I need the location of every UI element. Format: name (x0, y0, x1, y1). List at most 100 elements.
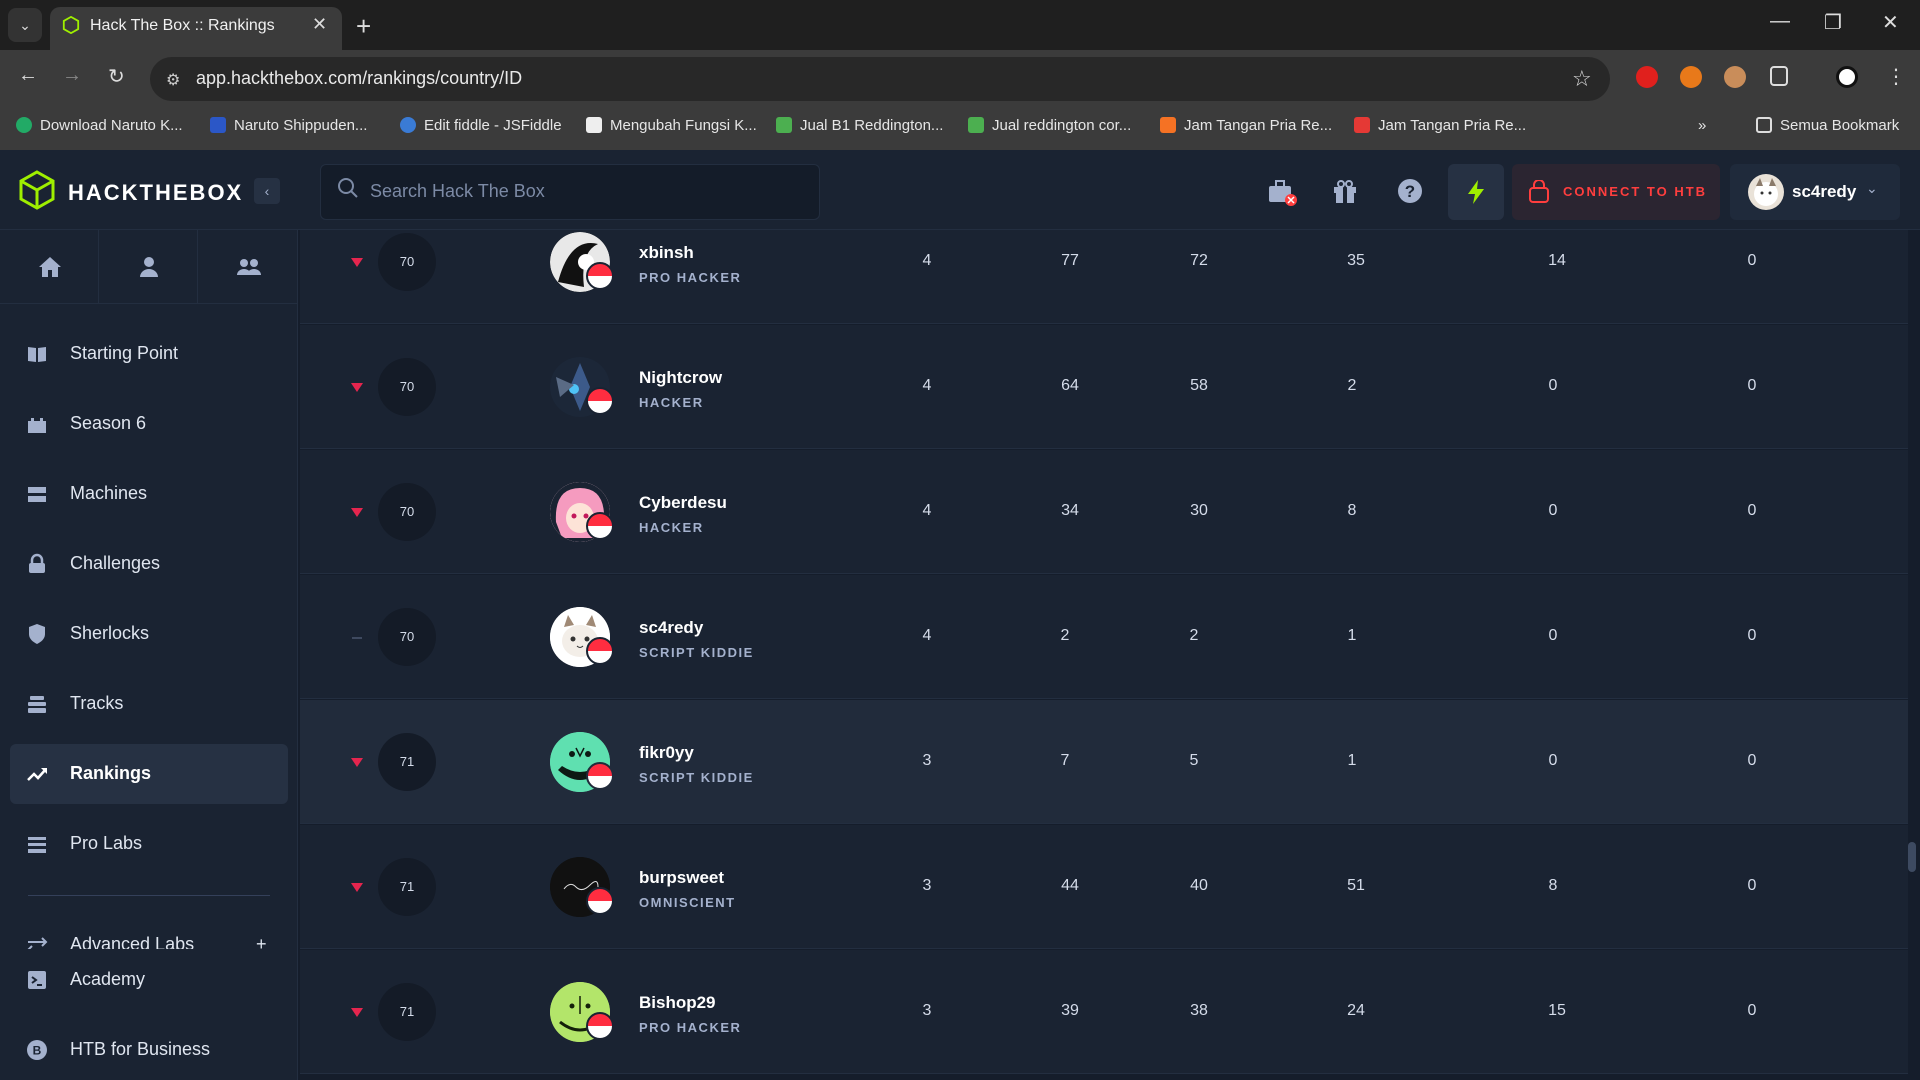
restore-icon[interactable]: ❐ (1824, 10, 1842, 35)
rank-badge: 71 (378, 983, 436, 1041)
server-icon (28, 487, 46, 502)
htb-favicon-icon (62, 16, 80, 34)
table-row[interactable]: 71 burpsweet OMNISCIENT 3 44 40 51 8 0 (300, 825, 1908, 949)
forward-icon[interactable]: → (62, 64, 82, 87)
username[interactable]: burpsweet (639, 868, 724, 888)
sidebar-item-label: Sherlocks (70, 623, 150, 643)
stat-cell: 8 (1347, 502, 1357, 519)
stat-cell: 0 (1548, 502, 1558, 519)
bookmarks-overflow-icon[interactable]: » (1698, 117, 1706, 134)
new-tab-button[interactable]: + (356, 11, 371, 42)
stat-cell: 0 (1747, 502, 1757, 519)
tab-title: Hack The Box :: Rankings (90, 17, 275, 34)
bookmark-item[interactable]: Jual B1 Reddington... (776, 117, 943, 134)
table-row[interactable]: 70 sc4redy SCRIPT KIDDIE 4 2 2 1 0 0 (300, 575, 1908, 699)
site-info-icon[interactable]: ⚙ (166, 70, 180, 90)
search-input[interactable] (370, 176, 800, 206)
username[interactable]: sc4redy (639, 618, 703, 638)
bookmark-star-icon[interactable]: ☆ (1572, 66, 1592, 92)
stat-cell: 4 (922, 627, 932, 644)
expand-plus-icon[interactable]: + (256, 934, 267, 949)
connect-label: CONNECT TO HTB (1563, 184, 1708, 199)
extension-cookie-icon[interactable] (1724, 66, 1746, 88)
stat-cell: 14 (1548, 252, 1566, 269)
bookmark-item[interactable]: Jam Tangan Pria Re... (1160, 117, 1332, 134)
country-flag-icon (586, 262, 614, 290)
menu-kebab-icon[interactable]: ⋮ (1886, 64, 1906, 89)
vpn-icon (1529, 180, 1549, 203)
username[interactable]: fikr0yy (639, 743, 694, 763)
reload-icon[interactable]: ↻ (108, 64, 125, 89)
sidebar-item-label: Machines (70, 483, 148, 503)
username[interactable]: Bishop29 (639, 993, 716, 1013)
bookmark-item[interactable]: Edit fiddle - JSFiddle (400, 117, 562, 134)
sidebar-item-tracks[interactable]: Tracks (10, 674, 288, 734)
terminal-icon (28, 971, 46, 989)
sidebar-item-challenges[interactable]: Challenges (10, 534, 288, 594)
toolbox-icon[interactable] (1266, 176, 1298, 208)
stat-cell: 34 (1061, 502, 1079, 519)
stat-cell: 0 (1747, 877, 1757, 894)
bookmark-item[interactable]: Naruto Shippuden... (210, 117, 367, 134)
trend-up-icon (27, 768, 47, 781)
username[interactable]: Nightcrow (639, 368, 722, 388)
stat-cell: 2 (1347, 377, 1357, 394)
bookmark-item[interactable]: Mengubah Fungsi K... (586, 117, 757, 134)
arrows-icon (27, 937, 48, 949)
stat-cell: 4 (922, 252, 932, 269)
username[interactable]: Cyberdesu (639, 493, 727, 513)
stat-cell: 64 (1061, 377, 1079, 394)
tab-search-button[interactable]: ⌄ (8, 8, 42, 42)
sidebar-item-htb-business[interactable]: B HTB for Business (10, 1020, 288, 1080)
stat-cell: 2 (1189, 627, 1199, 644)
table-row[interactable]: 71 Bishop29 PRO HACKER 3 39 38 24 15 0 (300, 950, 1908, 1074)
stat-cell: 0 (1548, 377, 1558, 394)
minimize-icon[interactable]: — (1770, 10, 1790, 33)
table-row[interactable]: 70 xbinsh PRO HACKER 4 77 72 35 14 0 (300, 230, 1908, 324)
trend-down-icon (351, 508, 363, 517)
extensions-puzzle-icon[interactable] (1770, 66, 1788, 86)
country-flag-icon (586, 1012, 614, 1040)
table-row[interactable]: 71 fikr0yy SCRIPT KIDDIE 3 7 5 1 0 0 (300, 700, 1908, 824)
url-text[interactable]: app.hackthebox.com/rankings/country/ID (196, 68, 522, 89)
table-row[interactable]: 70 Cyberdesu HACKER 4 34 30 8 0 0 (300, 450, 1908, 574)
scrollbar-thumb[interactable] (1908, 842, 1916, 872)
back-icon[interactable]: ← (18, 64, 38, 87)
trend-down-icon (351, 883, 363, 892)
bookmark-item[interactable]: Jual reddington cor... (968, 117, 1131, 134)
stat-cell: 44 (1061, 877, 1079, 894)
stat-cell: 0 (1747, 1002, 1757, 1019)
extension-metamask-icon[interactable] (1680, 66, 1702, 88)
gift-icon[interactable] (1330, 176, 1360, 206)
htb-logo-icon[interactable] (18, 170, 56, 210)
collapse-sidebar-button[interactable]: ‹ (254, 178, 280, 204)
logo-wordmark[interactable]: HACKTHEBOX (68, 180, 243, 206)
stat-cell: 24 (1347, 1002, 1365, 1019)
sidebar-item-machines[interactable]: Machines (10, 464, 288, 524)
trend-down-icon (351, 758, 363, 767)
stat-cell: 39 (1061, 1002, 1079, 1019)
bookmark-item[interactable]: Jam Tangan Pria Re... (1354, 117, 1526, 134)
all-bookmarks-folder[interactable]: Semua Bookmark (1756, 117, 1899, 134)
sidebar-item-starting-point[interactable]: Starting Point (10, 324, 288, 384)
sidebar-item-sherlocks[interactable]: Sherlocks (10, 604, 288, 664)
username[interactable]: xbinsh (639, 243, 694, 263)
table-row[interactable]: 70 Nightcrow HACKER 4 64 58 2 0 0 (300, 325, 1908, 449)
user-avatar (1748, 174, 1784, 210)
extension-adblock-icon[interactable] (1636, 66, 1658, 88)
sidebar-item-academy[interactable]: Academy (10, 950, 288, 1010)
sidebar-item-pro-labs[interactable]: Pro Labs (10, 814, 288, 874)
sidebar-item-rankings[interactable]: Rankings (10, 744, 288, 804)
stat-cell: 51 (1347, 877, 1365, 894)
user-name: sc4redy (1792, 182, 1857, 201)
tab-close-icon[interactable]: ✕ (312, 14, 327, 35)
svg-text:?: ? (1405, 182, 1415, 201)
stat-cell: 40 (1190, 877, 1208, 894)
window-close-icon[interactable]: ✕ (1882, 10, 1899, 35)
rank-badge: 71 (378, 733, 436, 791)
sidebar-item-advanced-labs[interactable]: Advanced Labs + (10, 915, 288, 949)
sidebar-item-season[interactable]: Season 6 (10, 394, 288, 454)
bookmark-item[interactable]: Download Naruto K... (16, 117, 183, 134)
profile-icon[interactable] (1836, 66, 1858, 88)
help-icon[interactable]: ? (1395, 176, 1425, 206)
